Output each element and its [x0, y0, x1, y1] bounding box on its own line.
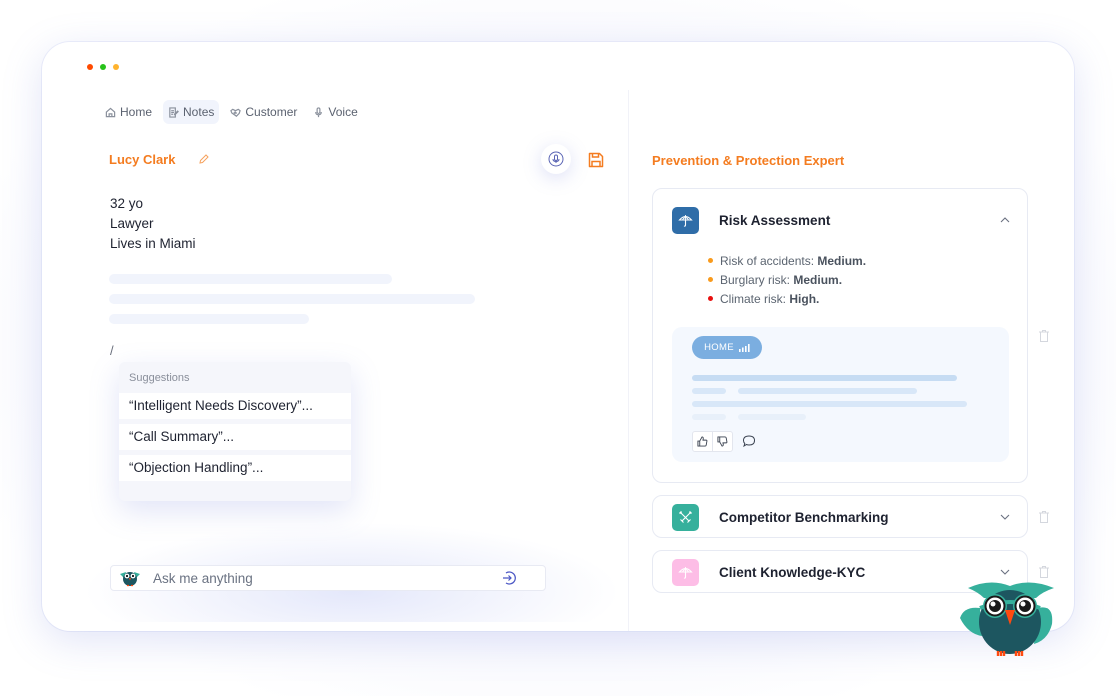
detail-occupation: Lawyer	[110, 216, 154, 231]
send-icon[interactable]	[501, 570, 517, 586]
risk-item: Burglary risk: Medium.	[708, 271, 866, 290]
risk-level-dot	[708, 277, 713, 282]
signal-bars-icon	[738, 343, 750, 352]
notes-icon	[169, 106, 179, 118]
chevron-down-icon[interactable]	[999, 566, 1011, 578]
detail-age: 32 yo	[110, 196, 144, 211]
risk-item: Climate risk: High.	[708, 290, 866, 309]
card-icon	[672, 558, 699, 586]
chevron-down-icon[interactable]	[999, 511, 1011, 523]
edit-pencil-icon[interactable]	[198, 153, 210, 165]
ask-bar	[110, 565, 546, 591]
card-icon	[672, 503, 699, 531]
risk-label: Risk of accidents:	[720, 254, 815, 268]
risk-level: High.	[789, 292, 820, 306]
placeholder-line	[692, 401, 967, 407]
owl-assistant-icon	[120, 572, 140, 587]
card-header[interactable]: Competitor Benchmarking	[653, 496, 1027, 538]
window-controls	[87, 64, 119, 70]
placeholder-line	[692, 375, 957, 381]
delete-card-icon[interactable]	[1038, 510, 1050, 524]
nav-label: Notes	[183, 105, 215, 119]
owl-mascot-icon[interactable]	[960, 578, 1060, 658]
nav-item-customer[interactable]: Customer	[225, 100, 302, 124]
delete-card-icon[interactable]	[1038, 329, 1050, 343]
risk-level: Medium.	[817, 254, 867, 268]
risk-item: Risk of accidents: Medium.	[708, 252, 867, 271]
card-header[interactable]: Risk Assessment	[653, 199, 1027, 241]
card-title: Competitor Benchmarking	[719, 509, 889, 525]
nav-label: Voice	[328, 105, 358, 119]
placeholder-line	[692, 388, 726, 394]
maximize-window-button[interactable]	[113, 64, 119, 70]
thumbs-down-button[interactable]	[713, 432, 732, 451]
suggestion-item[interactable]: “Objection Handling”...	[119, 455, 351, 481]
risk-level: Medium.	[793, 273, 843, 287]
card-icon	[672, 206, 699, 234]
slash-command[interactable]: /	[110, 343, 114, 358]
delete-card-icon[interactable]	[1038, 565, 1050, 579]
nav-label: Home	[120, 105, 153, 119]
placeholder-line	[109, 294, 475, 304]
feedback-buttons	[692, 431, 733, 452]
ask-input[interactable]	[153, 570, 493, 586]
nav-item-notes[interactable]: Notes	[163, 100, 220, 124]
umbrella-icon	[678, 566, 693, 579]
suggestions-dropdown: Suggestions “Intelligent Needs Discovery…	[119, 362, 351, 501]
home-icon	[105, 107, 116, 117]
crossed-swords-icon	[679, 511, 692, 523]
risk-label: Climate risk:	[720, 292, 787, 306]
insight-box: HOME	[672, 327, 1009, 462]
nav-item-home[interactable]: Home	[100, 100, 157, 124]
thumbs-up-icon	[697, 436, 708, 447]
detail-location: Lives in Miami	[110, 236, 196, 251]
customer-name: Lucy Clark	[109, 152, 176, 167]
card-competitor-benchmarking: Competitor Benchmarking	[652, 495, 1028, 538]
placeholder-line	[738, 388, 917, 394]
placeholder-line	[738, 414, 806, 420]
customer-details: 32 yo Lawyer Lives in Miami	[110, 194, 196, 254]
card-title: Client Knowledge-KYC	[719, 564, 866, 580]
umbrella-icon	[678, 214, 693, 227]
risk-label: Burglary risk:	[720, 273, 791, 287]
placeholder-line	[109, 314, 309, 324]
handshake-icon	[230, 108, 242, 117]
risk-level-dot	[708, 258, 713, 263]
risk-list: Risk of accidents: Medium. Burglary risk…	[708, 252, 867, 309]
app-window: Home Notes Customer Voice Lucy Clark 32	[42, 42, 1074, 631]
card-title: Risk Assessment	[719, 212, 831, 228]
comment-icon[interactable]	[742, 434, 756, 448]
suggestions-header: Suggestions	[129, 372, 190, 384]
minimize-window-button[interactable]	[100, 64, 106, 70]
suggestion-item[interactable]: “Intelligent Needs Discovery”...	[119, 393, 351, 419]
save-icon[interactable]	[587, 151, 605, 169]
nav-label: Customer	[245, 105, 298, 119]
microphone-icon	[315, 106, 323, 117]
nav-item-voice[interactable]: Voice	[308, 100, 362, 124]
placeholder-line	[109, 274, 392, 284]
risk-level-dot	[708, 296, 713, 301]
thumbs-down-icon	[717, 436, 728, 447]
microphone-icon	[548, 151, 564, 167]
suggestion-item[interactable]: “Call Summary”...	[119, 424, 351, 450]
placeholder-line	[692, 414, 726, 420]
expert-title: Prevention & Protection Expert	[652, 153, 845, 168]
tag-label: HOME	[704, 342, 734, 353]
top-nav: Home Notes Customer Voice	[100, 100, 363, 124]
record-voice-button[interactable]	[541, 144, 571, 174]
chevron-up-icon[interactable]	[999, 214, 1011, 226]
thumbs-up-button[interactable]	[693, 432, 713, 451]
panel-divider	[628, 90, 629, 631]
home-tag[interactable]: HOME	[692, 336, 762, 359]
close-window-button[interactable]	[87, 64, 93, 70]
card-risk-assessment: Risk Assessment Risk of accidents: Mediu…	[652, 188, 1028, 483]
